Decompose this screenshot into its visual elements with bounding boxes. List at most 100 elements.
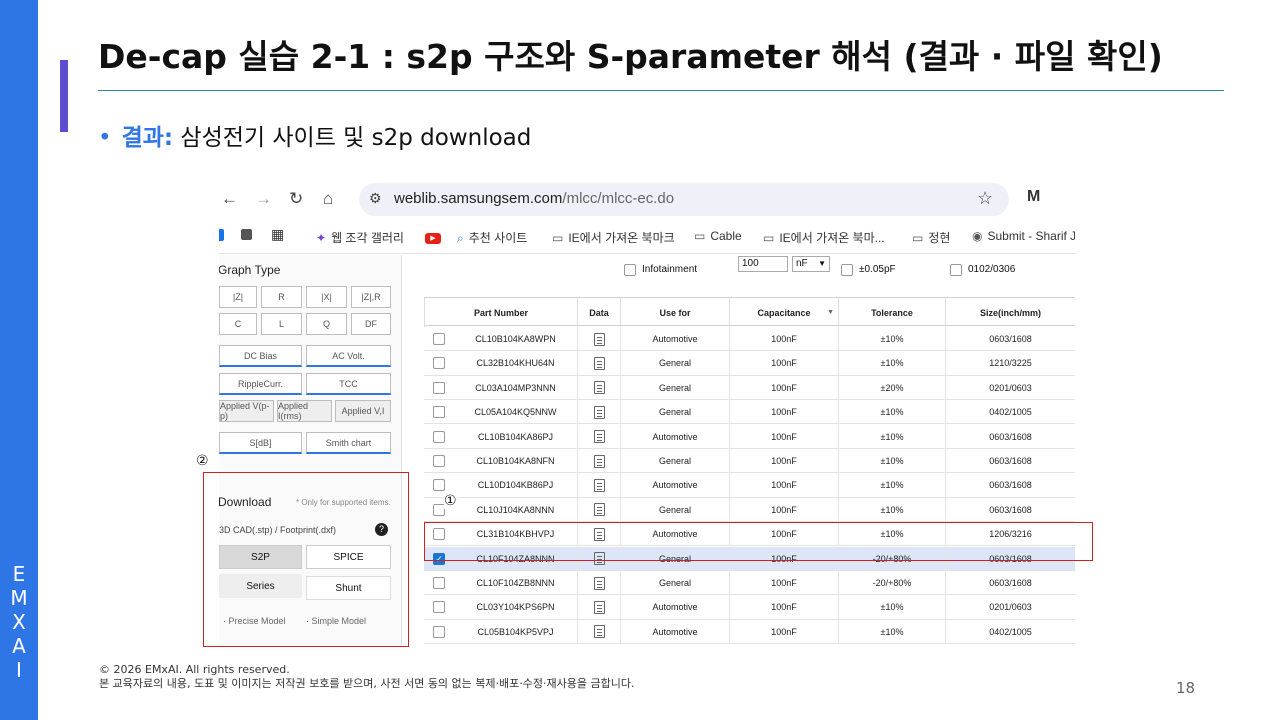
capacitance-unit-select[interactable]: nF ▼ [792, 256, 830, 272]
part-number-cell[interactable]: CL10F104ZB8NNN [454, 571, 577, 595]
datasheet-icon[interactable] [593, 405, 605, 419]
back-icon[interactable]: ← [221, 189, 238, 209]
graph-btn-x[interactable]: |X| [306, 286, 347, 308]
row-checkbox-cell[interactable] [424, 400, 454, 424]
bookmark-recommended[interactable]: ⌕ 추천 사이트 [457, 229, 527, 246]
graph-btn-applied-vi[interactable]: Applied V,I [335, 400, 391, 422]
row-checkbox[interactable] [433, 357, 445, 370]
site-info-icon[interactable]: ⚙ [369, 190, 382, 207]
capacitance-value-input[interactable]: 100 [738, 256, 788, 272]
graph-btn-zr[interactable]: |Z|,R [351, 286, 391, 308]
graph-btn-l[interactable]: L [261, 313, 302, 335]
app-icon[interactable] [219, 229, 224, 244]
graph-btn-applied-i[interactable]: Applied I(rms) [277, 400, 332, 422]
row-checkbox-cell[interactable] [424, 449, 454, 473]
row-checkbox-cell[interactable] [424, 595, 454, 619]
row-checkbox[interactable] [433, 601, 445, 614]
part-number-cell[interactable]: CL03Y104KPS6PN [454, 595, 577, 619]
row-checkbox[interactable] [433, 577, 445, 589]
size-checkbox[interactable] [950, 264, 962, 276]
table-row[interactable]: CL10J104KA8NNN General 100nF ±10% 0603/1608 [424, 497, 1075, 523]
row-checkbox[interactable] [433, 479, 445, 492]
graph-btn-ripple[interactable]: RippleCurr. [219, 373, 302, 395]
table-row[interactable]: CL10B104KA8WPN Automotive 100nF ±10% 0603/16… [424, 327, 1075, 352]
data-cell[interactable] [577, 595, 620, 620]
row-checkbox-cell[interactable] [424, 327, 454, 351]
table-row[interactable]: CL10B104KA86PJ Automotive 100nF ±10% 0603/16… [424, 424, 1075, 449]
graph-btn-q[interactable]: Q [306, 313, 347, 335]
data-cell[interactable] [577, 424, 620, 449]
datasheet-icon[interactable] [593, 625, 605, 639]
bookmark-cable[interactable]: ▭ Cable [694, 229, 742, 243]
datasheet-icon[interactable] [593, 478, 605, 492]
datasheet-icon[interactable] [593, 356, 605, 370]
graph-btn-c[interactable]: C [219, 313, 257, 335]
graph-btn-applied-v[interactable]: Applied V(p-p) [219, 400, 274, 422]
row-checkbox[interactable] [433, 333, 445, 345]
part-number-cell[interactable]: CL05A104KQ5NNW [454, 400, 577, 424]
table-row[interactable]: CL10D104KB86PJ Automotive 100nF ±10% 0603/16… [424, 473, 1075, 498]
graph-btn-sdb[interactable]: S[dB] [219, 432, 302, 454]
graph-btn-ac-volt[interactable]: AC Volt. [306, 345, 391, 367]
data-cell[interactable] [577, 327, 620, 351]
row-checkbox-cell[interactable] [424, 425, 454, 449]
datasheet-icon[interactable] [593, 332, 605, 346]
datasheet-icon[interactable] [593, 381, 605, 395]
part-number-cell[interactable]: CL10J104KA8NNN [454, 498, 577, 522]
table-row[interactable]: CL10F104ZB8NNN General 100nF -20/+80% 0603/1… [424, 571, 1075, 596]
row-checkbox[interactable] [433, 406, 445, 419]
graph-btn-dc-bias[interactable]: DC Bias [219, 345, 302, 367]
data-cell[interactable] [577, 571, 620, 595]
table-row[interactable]: CL05B104KP5VPJ Automotive 100nF ±10% 0402/10… [424, 619, 1075, 645]
bookmark-ie-import-2[interactable]: ▭ IE에서 가져온 북마... [763, 229, 885, 246]
part-number-cell[interactable]: CL10B104KA8NFN [454, 449, 577, 473]
row-checkbox[interactable] [433, 381, 445, 394]
col-data[interactable]: Data [577, 298, 620, 327]
bookmark-jeonghyun[interactable]: ▭ 정현 [912, 229, 950, 246]
bookmark-ie-import[interactable]: ▭ IE에서 가져온 북마크 [552, 229, 675, 246]
part-number-cell[interactable]: CL32B104KHU64N [454, 351, 577, 375]
row-checkbox[interactable] [433, 455, 445, 467]
table-row[interactable]: CL03Y104KPS6PN Automotive 100nF ±10% 0201/06… [424, 595, 1075, 620]
datasheet-icon[interactable] [593, 576, 605, 590]
graph-btn-z[interactable]: |Z| [219, 286, 257, 308]
row-checkbox-cell[interactable] [424, 376, 454, 400]
part-number-cell[interactable]: CL10B104KA86PJ [454, 425, 577, 449]
tolerance-checkbox[interactable] [841, 264, 853, 276]
data-cell[interactable] [577, 497, 620, 522]
row-checkbox-cell[interactable] [424, 351, 454, 375]
col-capacitance[interactable]: Capacitance ▼ [729, 298, 838, 327]
col-part-number[interactable]: Part Number [424, 298, 577, 327]
row-checkbox-cell[interactable] [424, 571, 454, 595]
bookmark-submit[interactable]: ◉ Submit - Sharif J [972, 229, 1075, 243]
graph-btn-df[interactable]: DF [351, 313, 391, 335]
graph-btn-smith[interactable]: Smith chart [306, 432, 391, 454]
home-icon[interactable]: ⌂ [323, 189, 333, 209]
forward-icon[interactable]: → [255, 189, 272, 209]
reload-icon[interactable]: ↻ [289, 189, 303, 209]
apps-grid-icon[interactable]: ▦ [271, 226, 284, 243]
youtube-icon[interactable]: ▶ [425, 229, 441, 244]
col-tolerance[interactable]: Tolerance [838, 298, 945, 327]
graph-btn-tcc[interactable]: TCC [306, 373, 391, 395]
datasheet-icon[interactable] [593, 503, 605, 517]
table-row[interactable]: CL03A104MP3NNN General 100nF ±20% 0201/0603 [424, 375, 1075, 401]
data-cell[interactable] [577, 473, 620, 498]
infotainment-checkbox[interactable] [624, 264, 636, 276]
table-row[interactable]: CL32B104KHU64N General 100nF ±10% 1210/3225 [424, 351, 1075, 376]
part-number-cell[interactable]: CL10D104KB86PJ [454, 473, 577, 497]
row-checkbox[interactable] [433, 625, 445, 638]
row-checkbox-cell[interactable] [424, 620, 454, 644]
data-cell[interactable] [577, 619, 620, 644]
url-text[interactable]: weblib.samsungsem.com/mlcc/mlcc-ec.do [394, 190, 674, 207]
part-number-cell[interactable]: CL10B104KA8WPN [454, 327, 577, 351]
table-row[interactable]: CL05A104KQ5NNW General 100nF ±10% 0402/1005 [424, 400, 1075, 425]
data-cell[interactable] [577, 351, 620, 376]
data-cell[interactable] [577, 400, 620, 425]
bookmark-star-icon[interactable]: ☆ [977, 188, 993, 209]
data-cell[interactable] [577, 449, 620, 473]
part-number-cell[interactable]: CL03A104MP3NNN [454, 376, 577, 400]
datasheet-icon[interactable] [593, 430, 605, 444]
graph-btn-r[interactable]: R [261, 286, 302, 308]
tab-group-icon[interactable] [241, 229, 252, 243]
